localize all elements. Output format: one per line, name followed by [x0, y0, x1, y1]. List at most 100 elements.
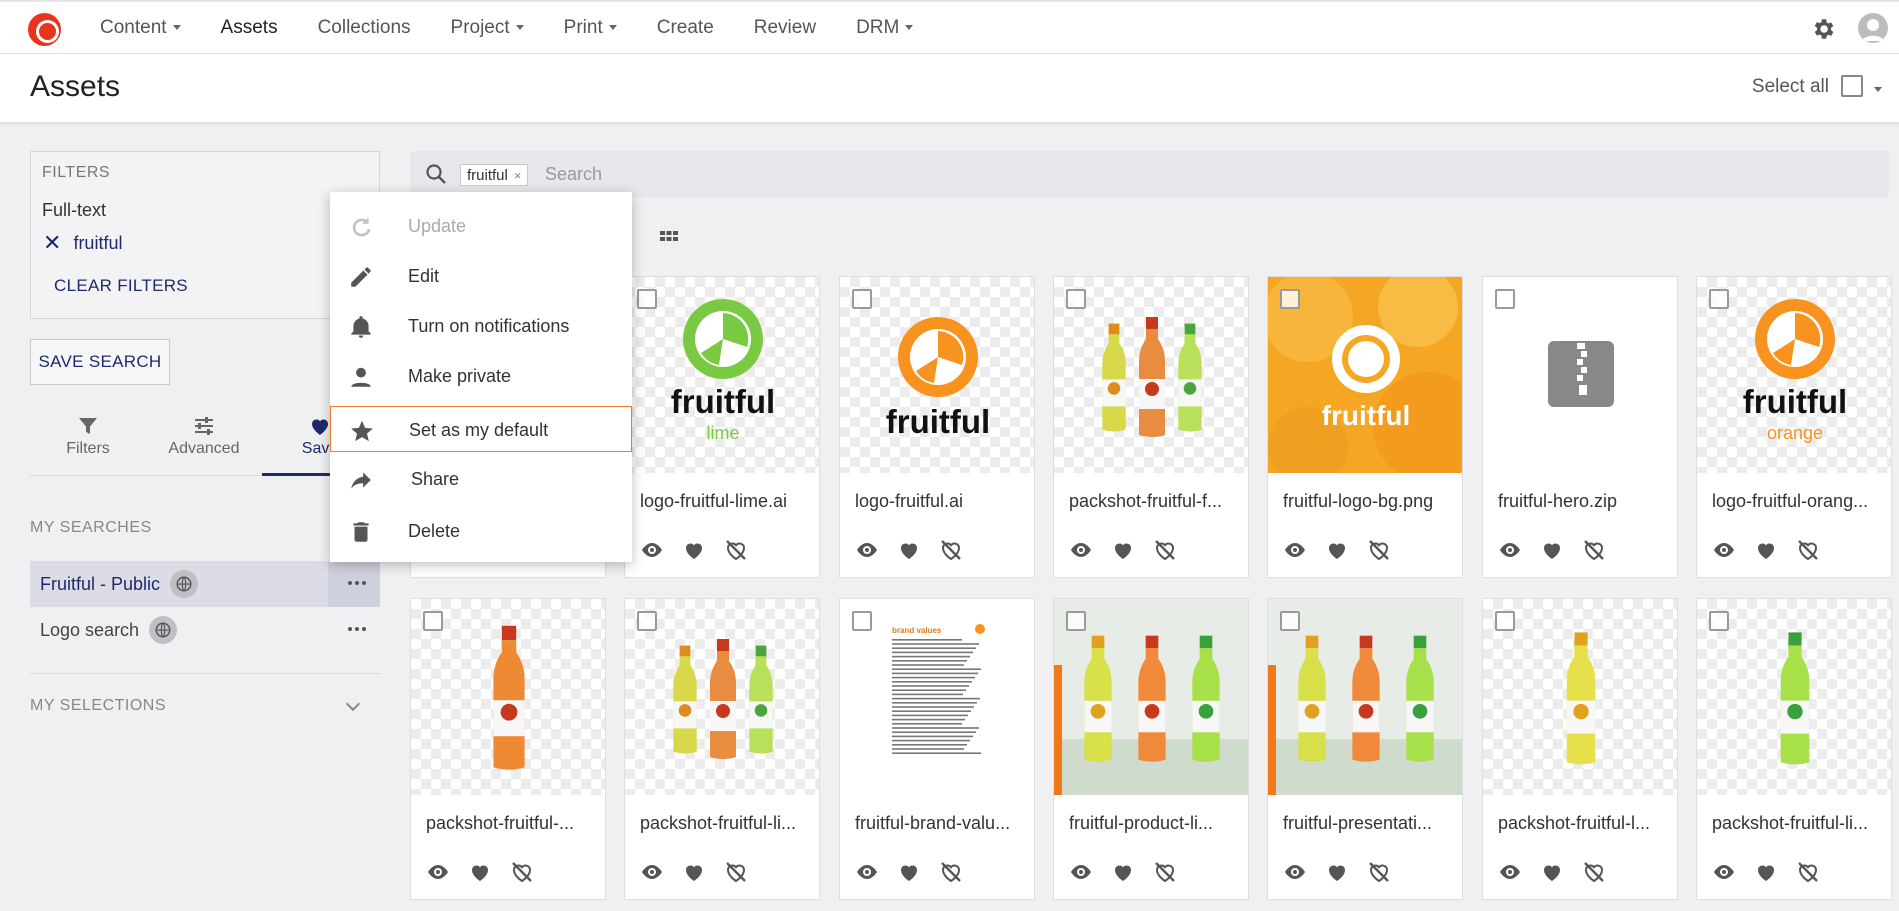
eye-icon[interactable]: [1712, 861, 1736, 883]
eye-icon[interactable]: [1498, 539, 1522, 561]
asset-card[interactable]: fruitful lime logo-fruitful-lime.ai: [624, 276, 820, 578]
heart-icon[interactable]: [1754, 539, 1778, 561]
heart-off-icon[interactable]: [724, 539, 748, 561]
menu-item-set-default[interactable]: Set as my default: [330, 406, 632, 452]
select-all-dropdown-icon[interactable]: [1874, 87, 1882, 92]
nav-review[interactable]: Review: [754, 17, 816, 39]
eye-icon[interactable]: [1498, 861, 1522, 883]
menu-item-notifications[interactable]: Turn on notifications: [330, 303, 632, 349]
asset-select-checkbox[interactable]: [852, 289, 872, 309]
saved-search-item[interactable]: Logo search: [30, 607, 380, 653]
asset-name[interactable]: logo-fruitful-lime.ai: [640, 491, 812, 512]
asset-select-checkbox[interactable]: [1495, 289, 1515, 309]
close-icon[interactable]: ✕: [43, 230, 61, 256]
user-avatar-icon[interactable]: [1858, 13, 1888, 43]
heart-off-icon[interactable]: [1582, 861, 1606, 883]
heart-icon[interactable]: [1754, 861, 1778, 883]
heart-off-icon[interactable]: [1153, 539, 1177, 561]
save-search-button[interactable]: SAVE SEARCH: [30, 339, 170, 385]
heart-icon[interactable]: [1325, 539, 1349, 561]
heart-off-icon[interactable]: [1796, 539, 1820, 561]
more-dots-icon[interactable]: [348, 627, 366, 631]
select-all-checkbox[interactable]: [1841, 75, 1863, 97]
asset-select-checkbox[interactable]: [637, 289, 657, 309]
brand-logo[interactable]: [28, 13, 61, 46]
asset-select-checkbox[interactable]: [852, 611, 872, 631]
asset-name[interactable]: packshot-fruitful-li...: [1712, 813, 1884, 834]
eye-icon[interactable]: [426, 861, 450, 883]
asset-card[interactable]: fruitful logo-fruitful.ai: [839, 276, 1035, 578]
search-tag[interactable]: fruitful ×: [460, 164, 529, 186]
asset-card[interactable]: fruitful-presentati...: [1267, 598, 1463, 900]
heart-icon[interactable]: [1540, 861, 1564, 883]
asset-card[interactable]: fruitful fruitful-logo-bg.png: [1267, 276, 1463, 578]
heart-icon[interactable]: [468, 861, 492, 883]
grid-view-icon[interactable]: [659, 228, 679, 248]
menu-item-make-private[interactable]: Make private: [330, 353, 632, 399]
search-bar[interactable]: fruitful × Search: [410, 151, 1889, 197]
heart-icon[interactable]: [897, 539, 921, 561]
asset-name[interactable]: packshot-fruitful-...: [426, 813, 598, 834]
heart-icon[interactable]: [682, 539, 706, 561]
menu-item-update[interactable]: Update: [330, 203, 632, 249]
heart-icon[interactable]: [897, 861, 921, 883]
asset-name[interactable]: fruitful-product-li...: [1069, 813, 1241, 834]
menu-item-share[interactable]: Share: [330, 456, 632, 502]
nav-project[interactable]: Project: [451, 17, 524, 39]
active-filter-chip[interactable]: ✕ fruitful: [43, 230, 122, 256]
eye-icon[interactable]: [1069, 539, 1093, 561]
eye-icon[interactable]: [640, 539, 664, 561]
asset-name[interactable]: fruitful-brand-valu...: [855, 813, 1027, 834]
asset-select-checkbox[interactable]: [637, 611, 657, 631]
asset-card[interactable]: fruitful orange logo-fruitful-orang...: [1696, 276, 1892, 578]
nav-assets[interactable]: Assets: [221, 17, 278, 39]
asset-card[interactable]: brand values fruitful-brand-valu...: [839, 598, 1035, 900]
asset-card[interactable]: packshot-fruitful-...: [410, 598, 606, 900]
tab-filters[interactable]: Filters: [30, 410, 146, 476]
tag-remove-icon[interactable]: ×: [514, 168, 522, 183]
nav-drm[interactable]: DRM: [856, 17, 914, 39]
eye-icon[interactable]: [1283, 539, 1307, 561]
asset-card[interactable]: packshot-fruitful-li...: [624, 598, 820, 900]
asset-name[interactable]: packshot-fruitful-li...: [640, 813, 812, 834]
heart-off-icon[interactable]: [724, 861, 748, 883]
eye-icon[interactable]: [855, 861, 879, 883]
asset-card[interactable]: fruitful-hero.zip: [1482, 276, 1678, 578]
asset-select-checkbox[interactable]: [1709, 611, 1729, 631]
menu-item-delete[interactable]: Delete: [330, 508, 632, 554]
asset-name[interactable]: logo-fruitful.ai: [855, 491, 1027, 512]
asset-select-checkbox[interactable]: [1709, 289, 1729, 309]
tab-advanced[interactable]: Advanced: [146, 410, 262, 476]
asset-name[interactable]: packshot-fruitful-f...: [1069, 491, 1241, 512]
asset-name[interactable]: logo-fruitful-orang...: [1712, 491, 1884, 512]
nav-content[interactable]: Content: [100, 17, 181, 39]
heart-off-icon[interactable]: [510, 861, 534, 883]
heart-icon[interactable]: [1111, 861, 1135, 883]
asset-card[interactable]: fruitful-product-li...: [1053, 598, 1249, 900]
heart-off-icon[interactable]: [939, 861, 963, 883]
nav-create[interactable]: Create: [657, 17, 714, 39]
heart-off-icon[interactable]: [1582, 539, 1606, 561]
asset-select-checkbox[interactable]: [1280, 611, 1300, 631]
heart-icon[interactable]: [1540, 539, 1564, 561]
asset-select-checkbox[interactable]: [1066, 611, 1086, 631]
eye-icon[interactable]: [1712, 539, 1736, 561]
heart-off-icon[interactable]: [939, 539, 963, 561]
saved-search-item[interactable]: Fruitful - Public: [30, 561, 380, 607]
eye-icon[interactable]: [1069, 861, 1093, 883]
asset-card[interactable]: packshot-fruitful-l...: [1482, 598, 1678, 900]
asset-select-checkbox[interactable]: [1280, 289, 1300, 309]
asset-select-checkbox[interactable]: [1495, 611, 1515, 631]
asset-select-checkbox[interactable]: [1066, 289, 1086, 309]
heart-icon[interactable]: [1325, 861, 1349, 883]
nav-collections[interactable]: Collections: [318, 17, 411, 39]
heart-icon[interactable]: [1111, 539, 1135, 561]
heart-icon[interactable]: [682, 861, 706, 883]
eye-icon[interactable]: [855, 539, 879, 561]
asset-name[interactable]: fruitful-presentati...: [1283, 813, 1455, 834]
asset-name[interactable]: fruitful-hero.zip: [1498, 491, 1670, 512]
asset-select-checkbox[interactable]: [423, 611, 443, 631]
asset-name[interactable]: fruitful-logo-bg.png: [1283, 491, 1455, 512]
heart-off-icon[interactable]: [1367, 861, 1391, 883]
heart-off-icon[interactable]: [1367, 539, 1391, 561]
